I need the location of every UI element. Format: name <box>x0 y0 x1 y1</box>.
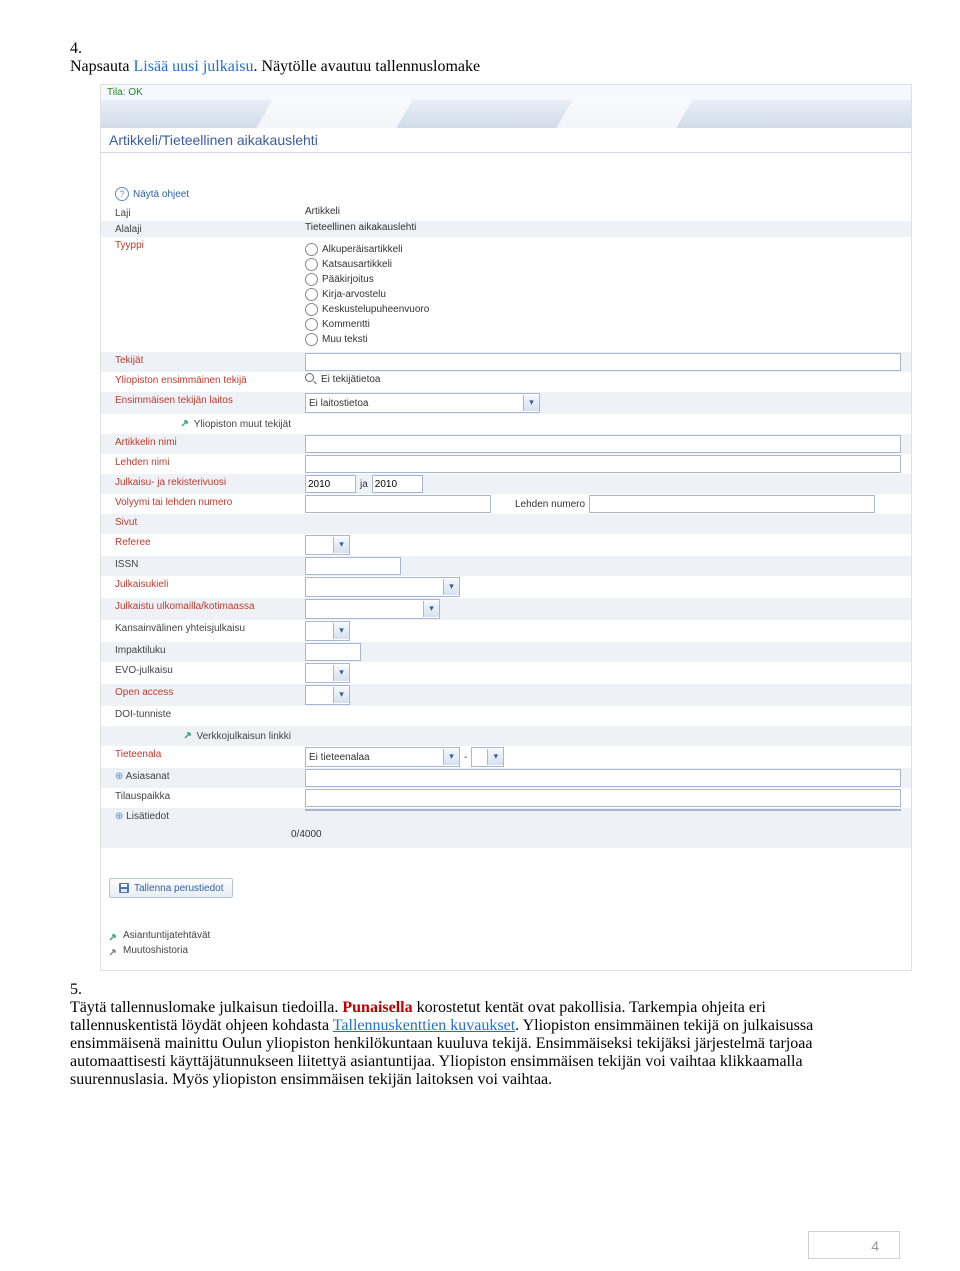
select-kansainv[interactable]: ▾ <box>305 621 350 641</box>
chevron-down-icon: ▾ <box>523 395 539 411</box>
radio-option[interactable]: Alkuperäisartikkeli <box>305 242 429 257</box>
step-number: 5. <box>70 981 98 999</box>
header-decoration <box>101 100 911 128</box>
row-lehden-nimi: Lehden nimi <box>101 454 911 474</box>
label-tyyppi: Tyyppi <box>101 238 305 251</box>
radio-option[interactable]: Muu teksti <box>305 332 429 347</box>
input-year1[interactable] <box>305 475 356 493</box>
search-icon[interactable] <box>305 373 317 385</box>
input-article-name[interactable] <box>305 435 901 453</box>
step-4-link: Lisää uusi julkaisu <box>134 58 254 75</box>
label-laji: Laji <box>101 206 305 219</box>
textarea-lisatiedot[interactable] <box>305 809 901 811</box>
row-ulkomailla: Julkaistu ulkomailla/kotimaassa ▾ <box>101 598 911 620</box>
step-number: 4. <box>70 40 98 58</box>
input-journal-name[interactable] <box>305 455 901 473</box>
select-ulkomailla[interactable]: ▾ <box>305 599 440 619</box>
row-tieteenala: Tieteenala Ei tieteenalaa▾ - ▾ <box>101 746 911 768</box>
form-title: Artikkeli/Tieteellinen aikakauslehti <box>101 128 911 153</box>
help-icon: ? <box>115 187 129 201</box>
link-expert-tasks[interactable]: Asiantuntijatehtävät <box>109 928 911 943</box>
radio-option[interactable]: Kirja-arvostelu <box>305 287 429 302</box>
row-muut-tekijat: Yliopiston muut tekijät <box>101 414 911 434</box>
input-asiasanat[interactable] <box>305 769 901 787</box>
step-4: 4. Napsauta Lisää uusi julkaisu. Näytöll… <box>70 40 900 76</box>
label-first-author: Yliopiston ensimmäinen tekijä <box>101 373 305 386</box>
select-laitos[interactable]: Ei laitostietoa ▾ <box>305 393 540 413</box>
row-ensimmainen-tekija: Yliopiston ensimmäinen tekijä Ei tekijät… <box>101 372 911 392</box>
row-tyyppi: Tyyppi Alkuperäisartikkeli Katsausartikk… <box>101 237 911 352</box>
row-issn: ISSN <box>101 556 911 576</box>
radio-option[interactable]: Katsausartikkeli <box>305 257 429 272</box>
page-number: 4 <box>808 1231 900 1259</box>
step-5: 5. Täytä tallennuslomake julkaisun tiedo… <box>70 981 900 1089</box>
row-open-access: Open access ▾ <box>101 684 911 706</box>
row-vuosi: Julkaisu- ja rekisterivuosi ja <box>101 474 911 494</box>
red-highlight: Punaisella <box>342 999 412 1016</box>
select-tieteenala[interactable]: Ei tieteenalaa▾ <box>305 747 460 767</box>
form-screenshot: Tila: OK Artikkeli/Tieteellinen aikakaus… <box>100 84 912 971</box>
row-evo: EVO-julkaisu ▾ <box>101 662 911 684</box>
row-tilauspaikka: Tilauspaikka <box>101 788 911 808</box>
radio-option[interactable]: Pääkirjoitus <box>305 272 429 287</box>
save-icon <box>118 882 130 894</box>
row-verkkolinkki: Verkkojulkaisun linkki <box>101 726 911 746</box>
label-alalaji: Alalaji <box>101 222 305 235</box>
select-kieli[interactable]: ▾ <box>305 577 460 597</box>
select-oa[interactable]: ▾ <box>305 685 350 705</box>
row-artikkelin-nimi: Artikkelin nimi <box>101 434 911 454</box>
select-evo[interactable]: ▾ <box>305 663 350 683</box>
row-alalaji: Alalaji Tieteellinen aikakauslehti <box>101 221 911 237</box>
status-line: Tila: OK <box>101 85 911 100</box>
radio-option[interactable]: Kommentti <box>305 317 429 332</box>
input-volume[interactable] <box>305 495 491 513</box>
select-referee[interactable]: ▾ <box>305 535 350 555</box>
input-impakti[interactable] <box>305 643 361 661</box>
field-descriptions-link[interactable]: Tallennuskenttien kuvaukset <box>333 1017 515 1034</box>
arrow-icon <box>109 946 119 956</box>
label-tekijat: Tekijät <box>101 353 305 366</box>
value-alalaji: Tieteellinen aikakauslehti <box>305 222 911 233</box>
input-tekijat[interactable] <box>305 353 901 371</box>
step-4-text-pre: Napsauta <box>70 58 134 75</box>
arrow-icon <box>109 931 119 941</box>
input-issn[interactable] <box>305 557 401 575</box>
arrow-icon[interactable] <box>184 729 194 739</box>
row-tekijat: Tekijät <box>101 352 911 372</box>
row-sivut: Sivut <box>101 514 911 534</box>
step-4-text-post: . Näytölle avautuu tallennuslomake <box>254 58 481 75</box>
row-laitos: Ensimmäisen tekijän laitos Ei laitostiet… <box>101 392 911 414</box>
input-issue[interactable] <box>589 495 875 513</box>
save-button[interactable]: Tallenna perustiedot <box>109 878 233 898</box>
row-kansainvalinen: Kansainvälinen yhteisjulkaisu ▾ <box>101 620 911 642</box>
input-year2[interactable] <box>372 475 423 493</box>
radio-option[interactable]: Keskustelupuheenvuoro <box>305 302 429 317</box>
row-volyymi: Volyymi tai lehden numero Lehden numero <box>101 494 911 514</box>
tyyppi-options: Alkuperäisartikkeli Katsausartikkeli Pää… <box>305 238 911 351</box>
value-laji: Artikkeli <box>305 206 911 217</box>
row-referee: Referee ▾ <box>101 534 911 556</box>
link-change-history[interactable]: Muutoshistoria <box>109 943 911 958</box>
char-counter: 0/4000 <box>291 829 322 844</box>
input-tilauspaikka[interactable] <box>305 789 901 807</box>
arrow-icon[interactable] <box>181 417 191 427</box>
row-doi: DOI-tunniste <box>101 706 911 726</box>
select-tieteenala-sub[interactable]: ▾ <box>471 747 504 767</box>
help-link[interactable]: ? Näytä ohjeet <box>115 187 911 201</box>
row-laji: Laji Artikkeli <box>101 205 911 221</box>
row-asiasanat: ⊕ Asiasanat <box>101 768 911 788</box>
row-impaktiluku: Impaktiluku <box>101 642 911 662</box>
row-julkaisukieli: Julkaisukieli ▾ <box>101 576 911 598</box>
row-lisatiedot: ⊕ Lisätiedot <box>101 808 911 828</box>
label-laitos: Ensimmäisen tekijän laitos <box>101 393 305 406</box>
first-author-value: Ei tekijätietoa <box>321 374 380 385</box>
